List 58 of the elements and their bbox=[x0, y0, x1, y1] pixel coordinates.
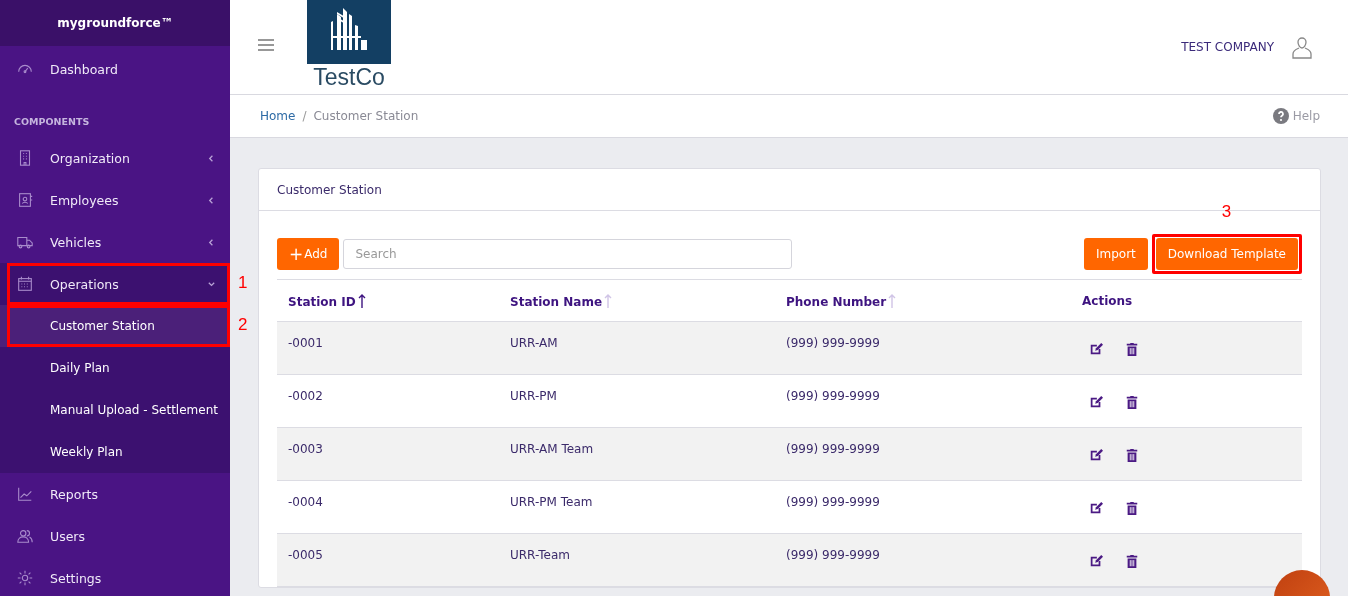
table-cell: URR-PM Team bbox=[499, 480, 775, 534]
menu-icon[interactable] bbox=[258, 39, 274, 51]
table-cell: -0005 bbox=[277, 533, 499, 587]
edit-icon[interactable] bbox=[1089, 342, 1103, 356]
sidebar-item[interactable]: Vehicles bbox=[0, 221, 230, 263]
brand-name: mygroundforce™ bbox=[0, 0, 230, 46]
sidebar-subitem[interactable]: Daily Plan bbox=[0, 347, 230, 389]
table-cell: (999) 999-9999 bbox=[775, 533, 1071, 587]
edit-icon[interactable] bbox=[1089, 501, 1103, 515]
company-name: TEST COMPANY bbox=[1181, 40, 1274, 54]
sidebar-item[interactable]: Dashboard bbox=[0, 48, 230, 90]
edit-icon[interactable] bbox=[1089, 554, 1103, 568]
column-header[interactable]: Station ID bbox=[277, 280, 499, 322]
section-heading: COMPONENTS bbox=[13, 115, 91, 129]
company-logo: TestCo bbox=[306, 0, 392, 90]
table-cell: (999) 999-9999 bbox=[775, 374, 1071, 428]
calendar-icon bbox=[16, 275, 34, 293]
sidebar-item[interactable]: Reports bbox=[0, 473, 230, 515]
column-header[interactable]: Phone Number bbox=[775, 280, 1071, 322]
step-number: 3 bbox=[1221, 202, 1232, 222]
trash-icon[interactable] bbox=[1125, 395, 1139, 409]
table-cell: URR-AM Team bbox=[499, 427, 775, 481]
edit-icon[interactable] bbox=[1089, 448, 1103, 462]
column-header: Actions bbox=[1071, 280, 1302, 322]
sidebar-subitem[interactable]: Weekly Plan bbox=[0, 431, 230, 473]
table-cell: -0003 bbox=[277, 427, 499, 481]
sidebar-item[interactable]: Users bbox=[0, 515, 230, 557]
sidebar-item[interactable]: Settings bbox=[0, 557, 230, 596]
sidebar-item[interactable]: Organization bbox=[0, 137, 230, 179]
line-chart-icon bbox=[16, 485, 34, 503]
table-cell: -0004 bbox=[277, 480, 499, 534]
step-number: 1 bbox=[238, 273, 248, 293]
table-cell: (999) 999-9999 bbox=[775, 427, 1071, 481]
breadcrumb-separator: / bbox=[302, 109, 307, 123]
table-cell: (999) 999-9999 bbox=[775, 321, 1071, 375]
edit-icon[interactable] bbox=[1089, 395, 1103, 409]
breadcrumb-current: Customer Station bbox=[313, 109, 419, 123]
user-icon[interactable] bbox=[1292, 35, 1312, 59]
table-cell: (999) 999-9999 bbox=[775, 480, 1071, 534]
id-card-icon bbox=[16, 191, 34, 209]
sidebar-item[interactable]: Employees bbox=[0, 179, 230, 221]
table-cell: -0002 bbox=[277, 374, 499, 428]
trash-icon[interactable] bbox=[1125, 554, 1139, 568]
trash-icon[interactable] bbox=[1125, 342, 1139, 356]
trash-icon[interactable] bbox=[1125, 501, 1139, 515]
help-icon bbox=[1272, 108, 1289, 124]
table-cell: -0001 bbox=[277, 321, 499, 375]
column-header[interactable]: Station Name bbox=[499, 280, 775, 322]
search-field[interactable]: Search bbox=[343, 239, 793, 269]
step-number: 2 bbox=[238, 315, 248, 335]
table-cell: URR-Team bbox=[499, 533, 775, 587]
users-icon bbox=[16, 527, 34, 545]
sidebar-subitem[interactable]: Manual Upload - Settlement bbox=[0, 389, 230, 431]
breadcrumb-link[interactable]: Home bbox=[260, 109, 296, 123]
trash-icon[interactable] bbox=[1125, 448, 1139, 462]
table-cell: URR-PM bbox=[499, 374, 775, 428]
table-cell: URR-AM bbox=[499, 321, 775, 375]
settings-icon bbox=[16, 569, 34, 587]
